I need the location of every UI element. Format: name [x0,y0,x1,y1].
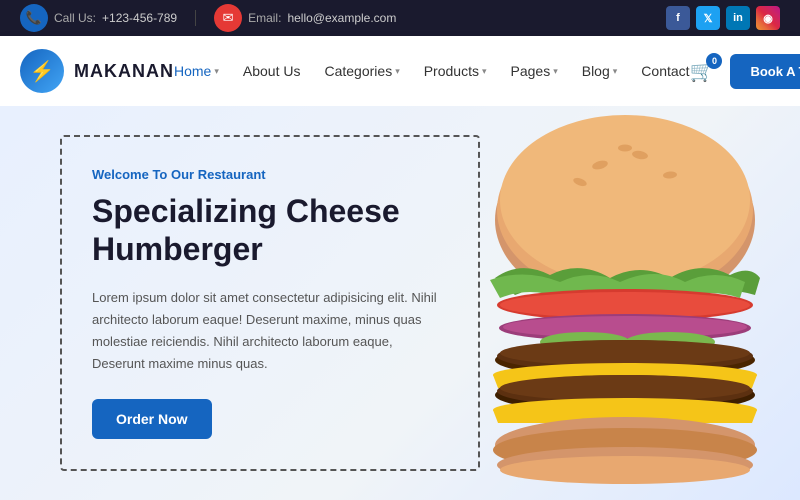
nav-blog[interactable]: Blog ▾ [582,63,618,79]
linkedin-icon[interactable]: in [726,6,750,30]
logo-symbol: ⚡ [30,59,55,84]
email-value: hello@example.com [287,11,396,25]
topbar-left: 📞 Call Us: +123-456-789 ✉ Email: hello@e… [20,4,396,32]
cart-badge: 0 [706,53,722,69]
chevron-down-icon: ▾ [214,66,219,77]
chevron-down-icon: ▾ [395,66,400,77]
navbar: ⚡ MAKANAN Home ▾ About Us Categories ▾ P… [0,36,800,106]
nav-products[interactable]: Products ▾ [424,63,487,79]
hero-dashed-box: Welcome To Our Restaurant Specializing C… [60,135,480,471]
welcome-text: Welcome To Our Restaurant [92,167,448,182]
chevron-down-icon: ▾ [553,66,558,77]
call-info: 📞 Call Us: +123-456-789 [20,4,177,32]
phone-icon: 📞 [20,4,48,32]
hero-content: Welcome To Our Restaurant Specializing C… [60,135,480,471]
instagram-icon[interactable]: ◉ [756,6,780,30]
nav-categories[interactable]: Categories ▾ [324,63,399,79]
brand-name: MAKANAN [74,61,174,82]
topbar: 📞 Call Us: +123-456-789 ✉ Email: hello@e… [0,0,800,36]
cart-button[interactable]: 🛒 0 [690,59,715,84]
nav-contact[interactable]: Contact [641,63,689,79]
chevron-down-icon: ▾ [482,66,487,77]
nav-pages[interactable]: Pages ▾ [511,63,558,79]
brand-logo: ⚡ [20,49,64,93]
book-table-button[interactable]: Book A Table [730,54,800,89]
email-icon: ✉ [214,4,242,32]
nav-about[interactable]: About Us [243,63,301,79]
divider [195,10,196,26]
call-label: Call Us: [54,11,96,25]
burger-svg [430,110,790,500]
brand: ⚡ MAKANAN [20,49,174,93]
nav-right: 🛒 0 Book A Table [690,54,800,89]
hero-section: Welcome To Our Restaurant Specializing C… [0,106,800,500]
email-label: Email: [248,11,281,25]
nav-home[interactable]: Home ▾ [174,63,219,79]
facebook-icon[interactable]: f [666,6,690,30]
order-now-button[interactable]: Order Now [92,399,212,439]
nav-links: Home ▾ About Us Categories ▾ Products ▾ … [174,63,690,79]
twitter-icon[interactable]: 𝕏 [696,6,720,30]
call-number: +123-456-789 [102,11,177,25]
hero-description: Lorem ipsum dolor sit amet consectetur a… [92,287,448,375]
social-links: f 𝕏 in ◉ [666,6,780,30]
chevron-down-icon: ▾ [613,66,618,77]
hero-title: Specializing Cheese Humberger [92,192,448,269]
email-info: ✉ Email: hello@example.com [214,4,396,32]
